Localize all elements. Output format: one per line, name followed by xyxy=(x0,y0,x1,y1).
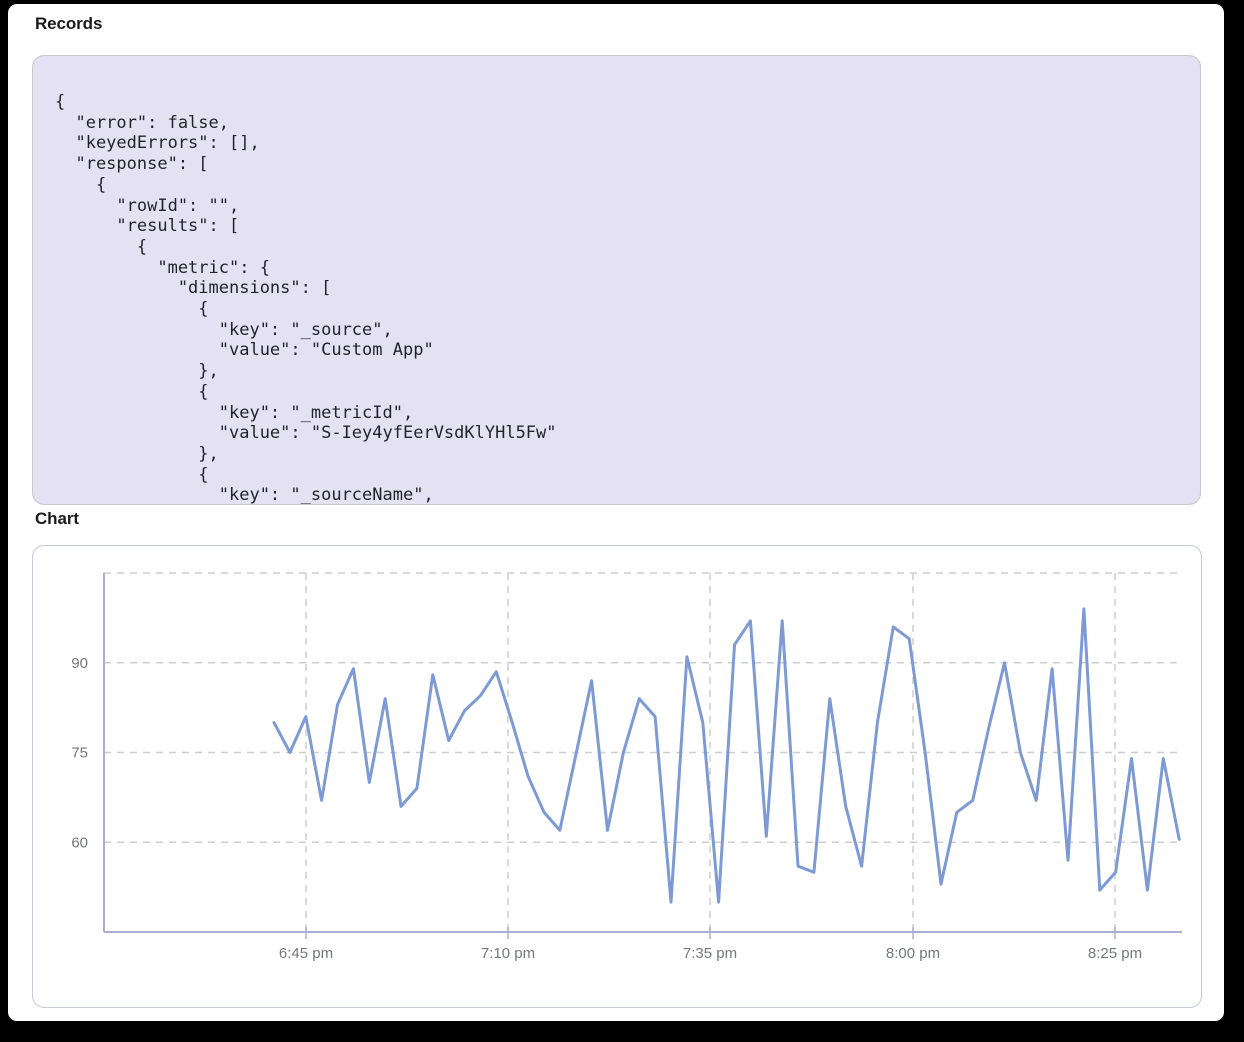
x-tick-label: 7:10 pm xyxy=(481,945,535,962)
y-tick-label: 75 xyxy=(71,745,88,762)
y-tick-label: 90 xyxy=(71,655,88,672)
metric-line-series xyxy=(274,609,1179,902)
x-tick-label: 6:45 pm xyxy=(279,945,333,962)
x-tick-label: 8:00 pm xyxy=(886,945,940,962)
chart-plot[interactable]: 60 75 90 6:45 pm 7:10 pm 7:35 pm 8:00 pm 8:25 p… xyxy=(33,546,1201,1007)
app-window: Records { "error": false, "keyedErrors":… xyxy=(8,4,1224,1021)
y-tick-label: 60 xyxy=(71,834,88,851)
records-json-code: { "error": false, "keyedErrors": [], "re… xyxy=(33,56,1200,505)
chart-card: 60 75 90 6:45 pm 7:10 pm 7:35 pm 8:00 pm 8:25 p… xyxy=(32,545,1202,1008)
records-section-title: Records xyxy=(35,14,102,34)
records-json-viewer[interactable]: { "error": false, "keyedErrors": [], "re… xyxy=(32,55,1201,505)
x-tick-label: 7:35 pm xyxy=(683,945,737,962)
x-tick-label: 8:25 pm xyxy=(1088,945,1142,962)
chart-section-title: Chart xyxy=(35,509,79,529)
